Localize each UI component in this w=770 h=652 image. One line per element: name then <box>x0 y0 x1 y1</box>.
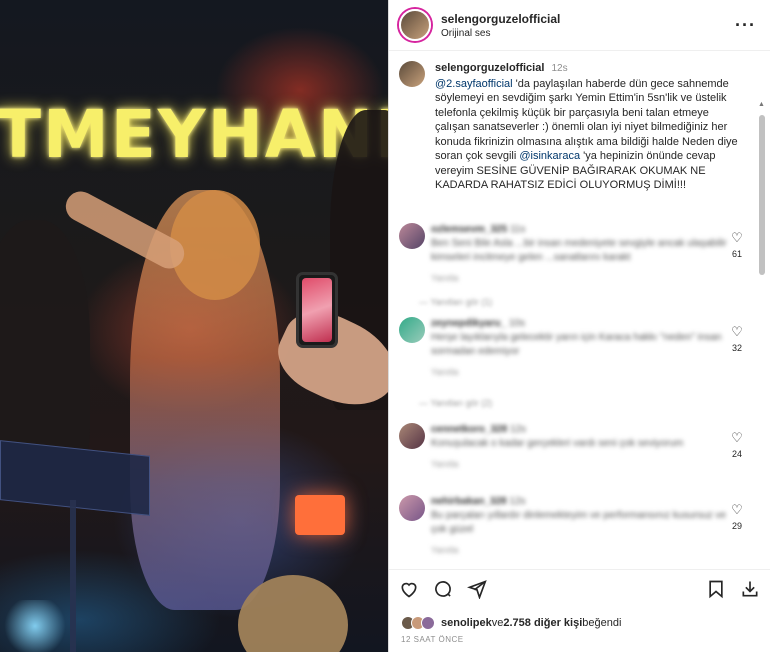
comment-item: ozlemsevm_325 11s Ben Seni Bile Asla ...b… <box>399 223 743 285</box>
comments-section[interactable]: selengorguzelofficial 12s @2.sayfaoffici… <box>389 51 770 569</box>
scrollbar-thumb[interactable] <box>759 115 765 275</box>
post-video[interactable]: TMEYHANE <box>0 0 388 652</box>
liker-avatars <box>401 616 435 630</box>
view-replies[interactable]: — Yanıtları gör (1) <box>419 297 492 307</box>
commenter-avatar[interactable] <box>399 495 425 521</box>
caption-mention-1[interactable]: @2.sayfaofficial <box>435 78 513 90</box>
caption-username[interactable]: selengorguzelofficial <box>435 62 544 74</box>
view-replies[interactable]: — Yanıtları gör (2) <box>419 398 492 408</box>
comment-item: zeynepdikyaru_ 10s Herşe layıklarıyla gel… <box>399 317 743 379</box>
likes-suffix: beğendi <box>582 617 622 629</box>
comment-like[interactable]: ♡ 29 <box>727 503 747 532</box>
comment-time: 12s <box>509 424 527 435</box>
reply-link[interactable]: Yanıtla <box>431 365 739 379</box>
commenter-avatar[interactable] <box>399 317 425 343</box>
post-header: selengorguzelofficial Orijinal ses ··· <box>389 0 770 51</box>
heart-icon[interactable]: ♡ <box>727 325 747 339</box>
comment-time: 10s <box>508 318 525 329</box>
likes-connector: ve <box>491 617 504 629</box>
comment-text: Konuşulacak o kadar gerçekleri vardı sen… <box>431 438 684 449</box>
neon-sign: TMEYHANE <box>0 96 388 173</box>
caption-mention-2[interactable]: @isinkaraca <box>519 150 580 162</box>
ellipsis-icon[interactable]: ··· <box>735 15 756 36</box>
commenter-username[interactable]: nehirbakan_328 <box>431 496 507 507</box>
comment-like-count: 29 <box>731 521 742 531</box>
likes-count[interactable]: 2.758 diğer kişi <box>503 617 582 629</box>
stage-light <box>295 495 345 535</box>
comment-time: 11s <box>509 224 526 235</box>
bookmark-icon[interactable] <box>706 579 726 605</box>
heart-icon[interactable]: ♡ <box>727 431 747 445</box>
caption-avatar[interactable] <box>399 61 425 87</box>
audio-label[interactable]: Orijinal ses <box>441 28 735 39</box>
commenter-username[interactable]: ozlemsevm_325 <box>431 224 507 235</box>
comment-text: Bu parçaları yıllardır dinlemekteyim ve … <box>431 510 727 535</box>
instagram-post: TMEYHANE selengorguzelofficial Orijinal … <box>0 0 770 652</box>
action-bar <box>389 569 770 613</box>
author-username[interactable]: selengorguzelofficial <box>441 12 735 26</box>
stage-glow <box>0 600 70 652</box>
author-avatar[interactable] <box>399 9 431 41</box>
stand-pole <box>70 500 76 652</box>
comment-time: 12s <box>509 496 526 507</box>
comment-like-count: 61 <box>731 249 742 259</box>
likes-line[interactable]: senolipek ve 2.758 diğer kişi beğendi <box>389 613 770 633</box>
caption-time: 12s <box>551 63 568 74</box>
heart-icon[interactable]: ♡ <box>727 231 747 245</box>
comment-text: Herşe layıklarıyla gelecektir yarın için… <box>431 332 722 357</box>
commenter-username[interactable]: cennetkoro_328 <box>431 424 507 435</box>
audience-phone <box>296 272 338 348</box>
heart-icon[interactable]: ♡ <box>727 503 747 517</box>
download-icon[interactable] <box>740 579 760 605</box>
comment-like[interactable]: ♡ 32 <box>727 325 747 354</box>
comment-like-count: 32 <box>731 343 742 353</box>
liker-avatar <box>421 616 435 630</box>
comment-like[interactable]: ♡ 24 <box>727 431 747 460</box>
post-side-panel: selengorguzelofficial Orijinal ses ··· s… <box>388 0 770 652</box>
reply-link[interactable]: Yanıtla <box>431 271 739 285</box>
commenter-avatar[interactable] <box>399 223 425 249</box>
commenter-avatar[interactable] <box>399 423 425 449</box>
post-caption: selengorguzelofficial 12s @2.sayfaoffici… <box>399 61 748 193</box>
performer-hair <box>170 190 260 300</box>
commenter-username[interactable]: zeynepdikyaru_ <box>431 318 506 329</box>
first-liker[interactable]: senolipek <box>441 617 492 629</box>
post-timestamp: 12 SAAT ÖNCE <box>401 635 464 644</box>
comment-like[interactable]: ♡ 61 <box>727 231 747 260</box>
scroll-up-icon[interactable]: ▲ <box>758 101 765 108</box>
reply-link[interactable]: Yanıtla <box>431 457 739 471</box>
comment-text: Ben Seni Bile Asla ...bir insan medeniye… <box>431 238 727 263</box>
share-icon[interactable] <box>466 579 487 605</box>
comment-icon[interactable] <box>433 579 453 605</box>
comments-scrollbar[interactable]: ▲ ▼ <box>758 101 766 569</box>
heart-icon[interactable] <box>399 579 419 605</box>
comment-item: cennetkoro_328 12s Konuşulacak o kadar ge… <box>399 423 743 471</box>
reply-link[interactable]: Yanıtla <box>431 543 739 557</box>
comment-item: nehirbakan_328 12s Bu parçaları yıllardır… <box>399 495 743 557</box>
comment-like-count: 24 <box>731 449 742 459</box>
